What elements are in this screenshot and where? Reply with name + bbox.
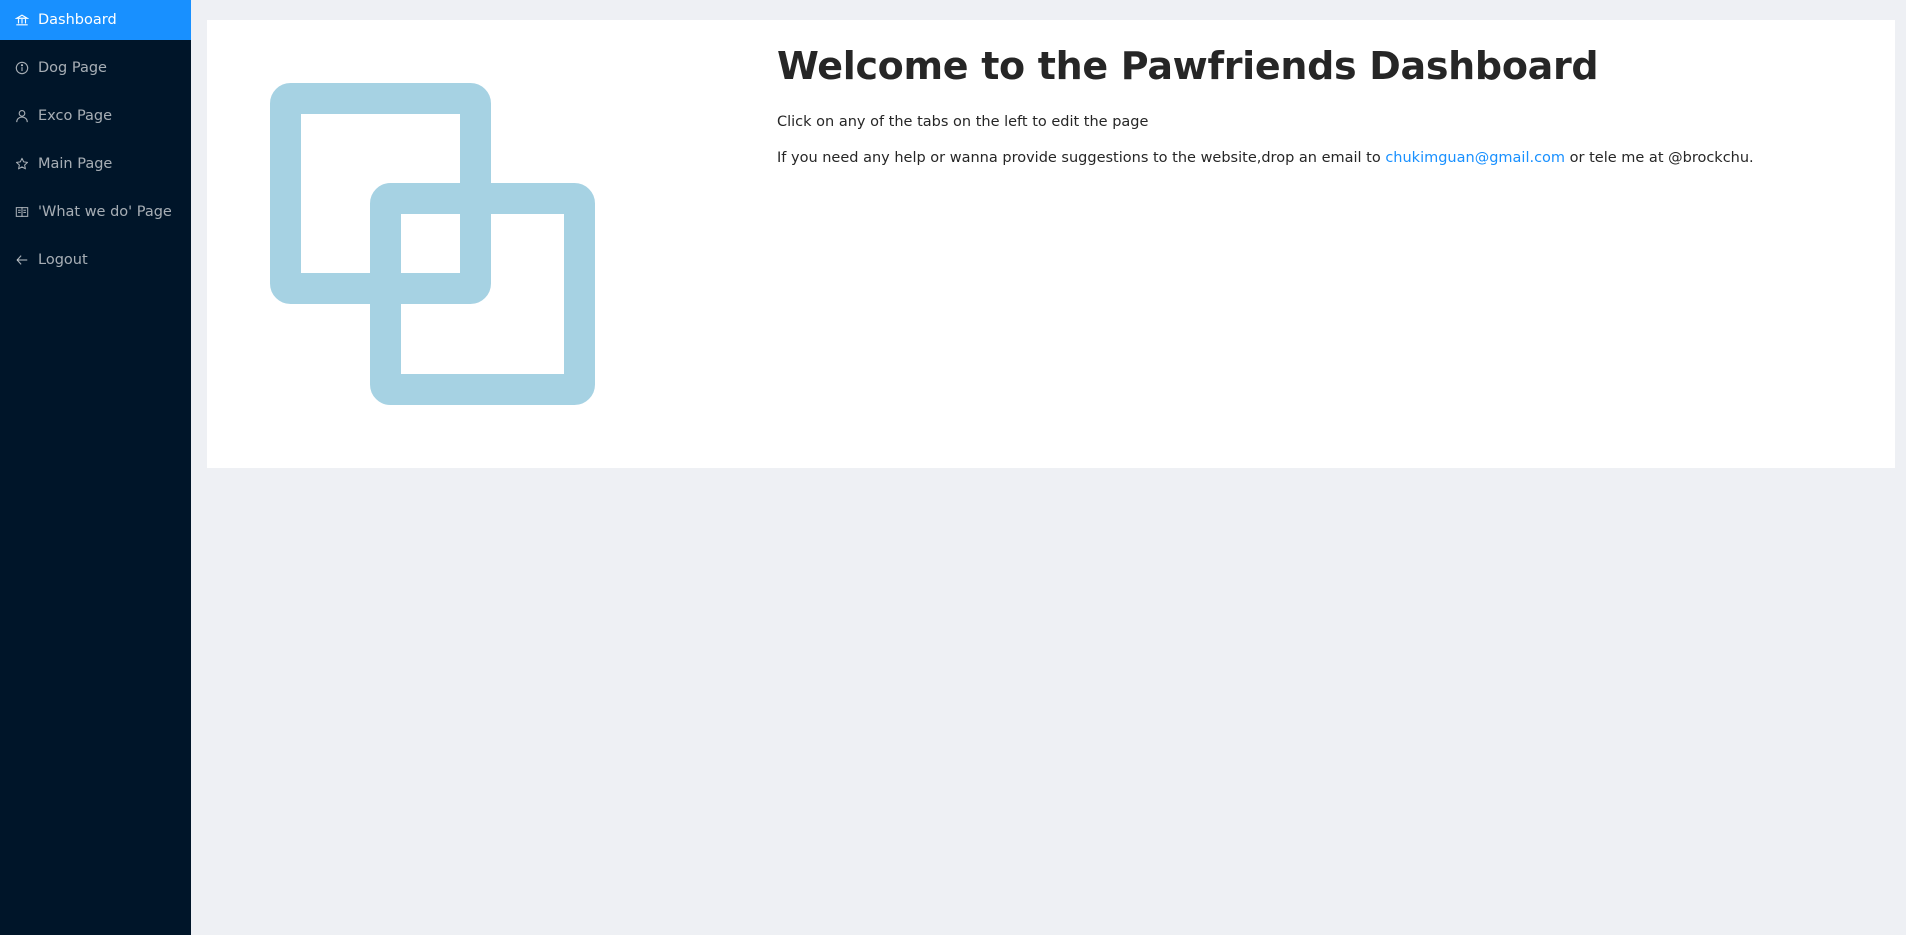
sidebar-item-label: Exco Page	[38, 108, 113, 124]
sidebar-item-label: Dog Page	[38, 60, 107, 76]
sidebar-item-label: Main Page	[38, 156, 113, 172]
email-link[interactable]: chukimguan@gmail.com	[1385, 150, 1565, 166]
help-text-prefix: If you need any help or wanna provide su…	[777, 149, 1386, 166]
instruction-text: Click on any of the tabs on the left to …	[777, 113, 1149, 130]
sidebar-item-dog-page[interactable]: Dog Page	[0, 48, 191, 88]
read-icon	[15, 205, 29, 219]
sidebar-item-main-page[interactable]: Main Page	[0, 144, 191, 184]
sidebar-item-label: Logout	[38, 252, 88, 268]
sidebar-item-logout[interactable]: Logout	[0, 240, 191, 280]
sidebar-item-dashboard[interactable]: Dashboard	[0, 0, 191, 40]
page-title: Welcome to the Pawfriends Dashboard	[777, 44, 1599, 88]
star-icon	[15, 157, 29, 171]
sidebar: Dashboard Dog Page Exco Page Main Page '…	[0, 0, 191, 935]
welcome-content: Welcome to the Pawfriends Dashboard Clic…	[777, 44, 1867, 168]
help-text: If you need any help or wanna provide su…	[777, 148, 1867, 168]
dashboard-card: Welcome to the Pawfriends Dashboard Clic…	[207, 20, 1895, 468]
sidebar-item-label: 'What we do' Page	[38, 204, 172, 220]
help-text-suffix: or tele me at @brockchu.	[1565, 149, 1754, 166]
arrow-left-icon	[15, 253, 29, 267]
pawfriends-logo-icon	[270, 83, 595, 405]
sidebar-item-exco-page[interactable]: Exco Page	[0, 96, 191, 136]
bank-icon	[15, 13, 29, 27]
info-circle-icon	[15, 61, 29, 75]
user-icon	[15, 109, 29, 123]
sidebar-item-label: Dashboard	[38, 12, 117, 28]
sidebar-item-what-we-do-page[interactable]: 'What we do' Page	[0, 192, 191, 232]
